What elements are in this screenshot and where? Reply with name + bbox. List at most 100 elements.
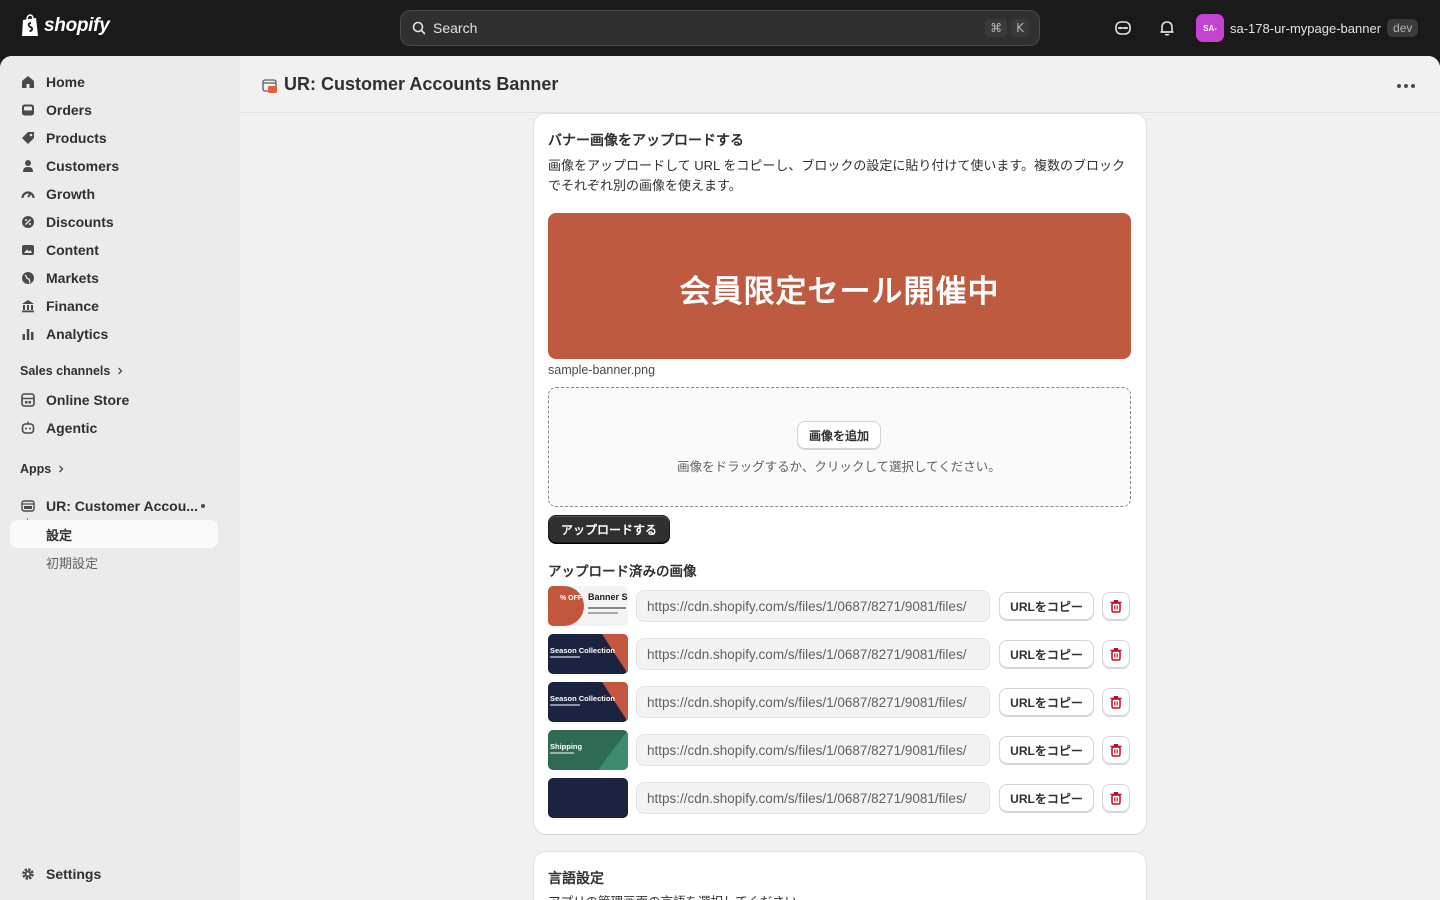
image-url-field[interactable]: https://cdn.shopify.com/s/files/1/0687/8… — [636, 734, 990, 766]
chevron-right-icon — [118, 367, 123, 375]
agentic-icon — [20, 420, 36, 436]
banner-text: 会員限定セール開催中 — [679, 273, 1000, 309]
sidebar-subitem-initial-setup[interactable]: 初期設定 — [10, 548, 218, 576]
drop-hint: 画像をドラッグするか、クリックして選択してください。 — [677, 460, 1001, 474]
page-title: UR: Customer Accounts Banner — [284, 74, 559, 94]
pin-dot-icon — [201, 504, 205, 508]
sidebar-item-label: Analytics — [46, 326, 109, 342]
image-thumbnail — [548, 778, 628, 818]
sidebar-item-label: Finance — [46, 298, 99, 314]
upload-button[interactable]: アップロードする — [548, 515, 671, 543]
search-bar[interactable]: Search ⌘ K — [400, 10, 1040, 46]
apps-heading[interactable]: Apps — [20, 462, 65, 476]
shopify-wordmark: shopify — [44, 15, 110, 36]
delete-button[interactable] — [1102, 688, 1130, 716]
sidebar-item-label: Growth — [46, 186, 95, 202]
store-menu-button[interactable]: SA- sa-178-ur-mypage-banner dev — [1196, 14, 1419, 42]
image-thumbnail: Season Collection — [548, 682, 628, 722]
sidebar-item-growth[interactable]: Growth — [10, 180, 218, 208]
uploaded-images-heading: アップロード済みの画像 — [548, 564, 697, 579]
sidebar-item-customers[interactable]: Customers — [10, 152, 218, 180]
sidebar-item-settings[interactable]: Settings — [10, 860, 218, 888]
sidebar-item-orders[interactable]: Orders — [10, 96, 218, 124]
page-header: UR: Customer Accounts Banner — [240, 56, 1440, 113]
discount-icon — [20, 214, 36, 230]
store-name: sa-178-ur-mypage-banner — [1230, 20, 1382, 36]
sidebar-item-label: Orders — [46, 102, 92, 118]
trash-icon — [1110, 696, 1122, 709]
sidebar-item-label: Markets — [46, 270, 99, 286]
image-url-field[interactable]: https://cdn.shopify.com/s/files/1/0687/8… — [636, 686, 990, 718]
copy-url-button[interactable]: URLをコピー — [999, 736, 1094, 764]
copy-url-button[interactable]: URLをコピー — [999, 592, 1094, 620]
search-icon — [412, 21, 426, 35]
uploaded-image-row: https://cdn.shopify.com/s/files/1/0687/8… — [548, 778, 1132, 818]
sidebar-subitem-settings[interactable]: 設定 — [10, 520, 218, 548]
avatar: SA- — [1196, 14, 1224, 42]
sidebar-item-label: Customers — [46, 158, 120, 174]
gear-icon — [20, 866, 36, 882]
sidebar-item-home[interactable]: Home — [10, 68, 218, 96]
delete-button[interactable] — [1102, 640, 1130, 668]
thumb-caption: Season Collection — [550, 694, 616, 703]
drop-zone[interactable]: 画像を追加 画像をドラッグするか、クリックして選択してください。 — [548, 387, 1131, 507]
card-description: 画像をアップロードして URL をコピーし、ブロックの設定に貼り付けて使います。… — [548, 158, 1126, 193]
trash-icon — [1110, 600, 1122, 613]
upload-card: バナー画像をアップロードする 画像をアップロードして URL をコピーし、ブロッ… — [534, 114, 1146, 834]
apps-label: Apps — [20, 462, 52, 476]
trash-icon — [1110, 648, 1122, 661]
sidebar-item-label: Products — [46, 130, 107, 146]
sidebar-item-markets[interactable]: Markets — [10, 264, 218, 292]
sidebar-item-online-store[interactable]: Online Store — [10, 386, 218, 414]
copy-url-button[interactable]: URLをコピー — [999, 688, 1094, 716]
image-url-field[interactable]: https://cdn.shopify.com/s/files/1/0687/8… — [636, 782, 990, 814]
dev-badge: dev — [1387, 19, 1419, 37]
sidebar-item-label: Home — [46, 74, 85, 90]
home-icon — [20, 74, 36, 90]
gauge-icon — [20, 186, 36, 202]
sidebar-item-agentic[interactable]: Agentic — [10, 414, 218, 442]
thumb-caption: Season Collection — [550, 646, 616, 655]
sidebar-item-content[interactable]: Content — [10, 236, 218, 264]
sidebar-item-analytics[interactable]: Analytics — [10, 320, 218, 348]
top-bar: shopify Search ⌘ K SA- sa-178-ur-mypage-… — [0, 0, 1440, 56]
sidebar-item-label: Discounts — [46, 214, 114, 230]
bell-icon[interactable] — [1157, 18, 1177, 38]
subitem-label: 設定 — [46, 527, 73, 543]
sidebar-item-products[interactable]: Products — [10, 124, 218, 152]
card-title: バナー画像をアップロードする — [548, 132, 744, 148]
copy-url-button[interactable]: URLをコピー — [999, 784, 1094, 812]
sidekick-icon[interactable] — [1113, 18, 1133, 38]
copy-url-button[interactable]: URLをコピー — [999, 640, 1094, 668]
trash-icon — [1110, 744, 1122, 757]
add-image-button[interactable]: 画像を追加 — [797, 421, 882, 449]
image-url-field[interactable]: https://cdn.shopify.com/s/files/1/0687/8… — [636, 590, 990, 622]
sidebar-item-label: Settings — [46, 866, 102, 882]
bar-chart-icon — [20, 326, 36, 342]
language-card: 言語設定 アプリの管理画面の言語を選択してください。 — [534, 852, 1146, 900]
delete-button[interactable] — [1102, 592, 1130, 620]
app-icon — [20, 498, 36, 514]
uploaded-image-row: Season Collection https://cdn.shopify.co… — [548, 634, 1132, 674]
sidebar-item-label: Online Store — [46, 392, 130, 408]
delete-button[interactable] — [1102, 784, 1130, 812]
shopify-logo[interactable]: shopify — [20, 14, 110, 38]
thumb-caption: Banner S — [588, 592, 628, 602]
bank-icon — [20, 298, 36, 314]
main-content: UR: Customer Accounts Banner バナー画像をアップロー… — [240, 56, 1440, 900]
person-icon — [20, 158, 36, 174]
sidebar: Home Orders Products Customers Growth Di… — [0, 56, 240, 900]
sales-channels-heading[interactable]: Sales channels — [20, 364, 124, 378]
image-url-field[interactable]: https://cdn.shopify.com/s/files/1/0687/8… — [636, 638, 990, 670]
thumb-caption: Shipping — [550, 742, 583, 751]
image-thumbnail: Shipping — [548, 730, 628, 770]
sidebar-item-app[interactable]: UR: Customer Accou... — [10, 492, 218, 520]
image-icon — [20, 242, 36, 258]
sidebar-item-finance[interactable]: Finance — [10, 292, 218, 320]
delete-button[interactable] — [1102, 736, 1130, 764]
more-actions-icon[interactable] — [1394, 76, 1418, 96]
globe-icon — [20, 270, 36, 286]
subitem-label: 初期設定 — [46, 555, 99, 571]
shortcut-k: K — [1011, 19, 1029, 37]
sidebar-item-discounts[interactable]: Discounts — [10, 208, 218, 236]
